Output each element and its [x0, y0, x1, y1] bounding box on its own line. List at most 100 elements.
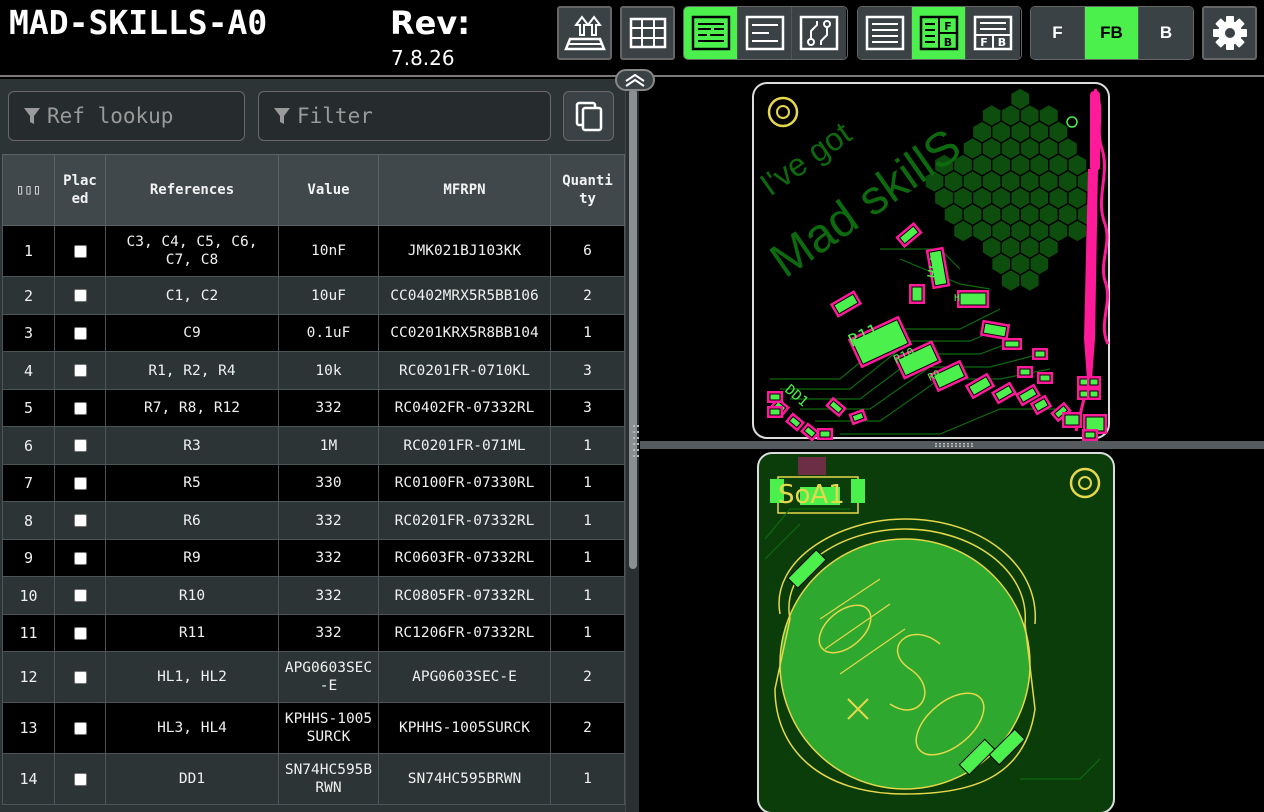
save-button[interactable] — [557, 6, 612, 60]
table-row[interactable]: 9 R9 332 RC0603FR-07332RL 1 — [2, 539, 625, 577]
column-header-references[interactable]: References — [105, 154, 279, 226]
references-cell: DD1 — [105, 753, 279, 805]
filter-input[interactable] — [291, 104, 550, 128]
references-cell: R7, R8, R12 — [105, 389, 279, 427]
bom-left-fb-button[interactable]: F B — [912, 7, 966, 59]
layer-back-button[interactable]: B — [1139, 7, 1193, 59]
filter-box[interactable] — [258, 91, 551, 141]
quantity-cell: 1 — [550, 501, 625, 540]
table-row[interactable]: 7 R5 330 RC0100FR-07330RL 1 — [2, 464, 625, 502]
row-index-cell: 13 — [2, 702, 55, 754]
value-cell: SN74HC595BRWN — [278, 753, 379, 805]
column-header-quantity[interactable]: Quantity — [550, 154, 625, 226]
table-row[interactable]: 2 C1, C2 10uF CC0402MRX5R5BB106 2 — [2, 276, 625, 315]
table-row[interactable]: 12 HL1, HL2 APG0603SEC-E APG0603SEC-E 2 — [2, 651, 625, 703]
smd-component[interactable] — [1062, 412, 1082, 428]
quantity-cell: 1 — [550, 576, 625, 615]
bom-top-front-back-icon: F B — [973, 15, 1013, 51]
row-index-cell: 2 — [2, 276, 55, 315]
column-header-placed[interactable]: Placed — [54, 154, 106, 226]
bom-top-fb-button[interactable]: F B — [966, 7, 1020, 59]
netlist-button[interactable] — [792, 7, 846, 59]
value-cell: 0.1uF — [278, 314, 379, 352]
smd-component[interactable] — [909, 284, 925, 304]
bom-table: ▯▯▯ Placed References Value MFRPN Quanti… — [2, 154, 625, 805]
placed-checkbox[interactable] — [73, 289, 87, 302]
copy-button[interactable] — [563, 91, 614, 141]
smd-component[interactable] — [1087, 388, 1101, 400]
placed-checkbox[interactable] — [73, 326, 87, 340]
layer-front-button[interactable]: F — [1031, 7, 1085, 59]
table-row[interactable]: 3 C9 0.1uF CC0201KRX5R8BB104 1 — [2, 314, 625, 352]
table-row[interactable]: 8 R6 332 RC0201FR-07332RL 1 — [2, 501, 625, 540]
quantity-cell: 3 — [550, 389, 625, 427]
placed-checkbox[interactable] — [73, 364, 87, 377]
layer-front-back-button[interactable]: FB — [1085, 7, 1139, 59]
placed-checkbox[interactable] — [73, 401, 87, 415]
smd-component[interactable] — [1002, 338, 1022, 350]
smd-component[interactable] — [817, 428, 833, 440]
quantity-cell: 2 — [550, 651, 625, 703]
smd-component[interactable] — [767, 391, 783, 403]
layer-select-group: F FB B — [1030, 6, 1194, 60]
table-row[interactable]: 11 R11 332 RC1206FR-07332RL 1 — [2, 614, 625, 652]
table-row[interactable]: 4 R1, R2, R4 10k RC0201FR-0710KL 3 — [2, 351, 625, 390]
smd-component[interactable] — [767, 406, 783, 418]
column-header-index[interactable]: ▯▯▯ — [2, 154, 55, 226]
svg-text:B: B — [943, 36, 951, 49]
placed-checkbox[interactable] — [73, 514, 87, 527]
vertical-resize-handle[interactable] — [633, 425, 639, 465]
mfrpn-cell: CC0402MRX5R5BB106 — [378, 276, 551, 315]
placed-cell — [54, 389, 106, 427]
ref-lookup-box[interactable] — [8, 91, 245, 141]
placed-checkbox[interactable] — [73, 476, 87, 490]
placed-checkbox[interactable] — [73, 244, 87, 258]
smd-component[interactable] — [1032, 348, 1048, 360]
references-cell: R11 — [105, 614, 279, 652]
column-header-value[interactable]: Value — [278, 154, 379, 226]
placed-checkbox[interactable] — [73, 772, 87, 786]
pcb-back-canvas[interactable]: SoA1 — [640, 449, 1264, 812]
table-row[interactable]: 1 C3, C4, C5, C6, C7, C8 10nF JMK021BJ103KK… — [2, 225, 625, 277]
row-index-cell: 14 — [2, 753, 55, 805]
pcb-front-canvas[interactable]: I've got Mad skillS HL7 HL6 R11 R10 R9 D… — [640, 79, 1264, 441]
svg-text:B: B — [998, 36, 1006, 49]
placed-cell — [54, 702, 106, 754]
placed-checkbox[interactable] — [73, 721, 87, 735]
collapse-toolbar-button[interactable] — [615, 69, 655, 91]
settings-button[interactable] — [1202, 6, 1257, 60]
ref-lookup-input[interactable] — [41, 104, 244, 128]
bom-grouped-button[interactable] — [684, 7, 738, 59]
mfrpn-cell: RC0603FR-07332RL — [378, 539, 551, 577]
mfrpn-cell: RC0201FR-0710KL — [378, 351, 551, 390]
quantity-cell: 1 — [550, 426, 625, 465]
horizontal-resize-handle[interactable] — [935, 443, 973, 447]
placed-checkbox[interactable] — [73, 551, 87, 565]
table-row[interactable]: 10 R10 332 RC0805FR-07332RL 1 — [2, 576, 625, 615]
smd-component[interactable] — [1037, 372, 1053, 384]
scrollbar-thumb[interactable] — [629, 89, 637, 569]
smd-component[interactable] — [1082, 429, 1098, 441]
table-row[interactable]: 6 R3 1M RC0201FR-071ML 1 — [2, 426, 625, 465]
columns-icon: ▯▯▯ — [15, 182, 42, 198]
table-row[interactable]: 5 R7, R8, R12 332 RC0402FR-07332RL 3 — [2, 389, 625, 427]
placed-checkbox[interactable] — [73, 439, 87, 452]
mfrpn-cell: RC0201FR-07332RL — [378, 501, 551, 540]
value-cell: 332 — [278, 389, 379, 427]
smd-component[interactable] — [1017, 366, 1033, 378]
placed-cell — [54, 351, 106, 390]
grid-view-button[interactable] — [620, 6, 675, 60]
placed-cell — [54, 539, 106, 577]
placed-checkbox[interactable] — [73, 626, 87, 640]
honeycomb-cell — [1067, 219, 1088, 243]
table-row[interactable]: 14 DD1 SN74HC595BRWN SN74HC595BRWN 1 — [2, 753, 625, 805]
row-index-cell: 9 — [2, 539, 55, 577]
placed-checkbox[interactable] — [73, 670, 87, 684]
bom-only-button[interactable] — [858, 7, 912, 59]
placed-checkbox[interactable] — [73, 589, 87, 602]
column-header-mfrpn[interactable]: MFRPN — [378, 154, 551, 226]
smd-component[interactable] — [1087, 376, 1101, 388]
layout-mode-group: F B F B — [857, 6, 1022, 60]
bom-ungrouped-button[interactable] — [738, 7, 792, 59]
table-row[interactable]: 13 HL3, HL4 KPHHS-1005SURCK KPHHS-1005SURCK… — [2, 702, 625, 754]
